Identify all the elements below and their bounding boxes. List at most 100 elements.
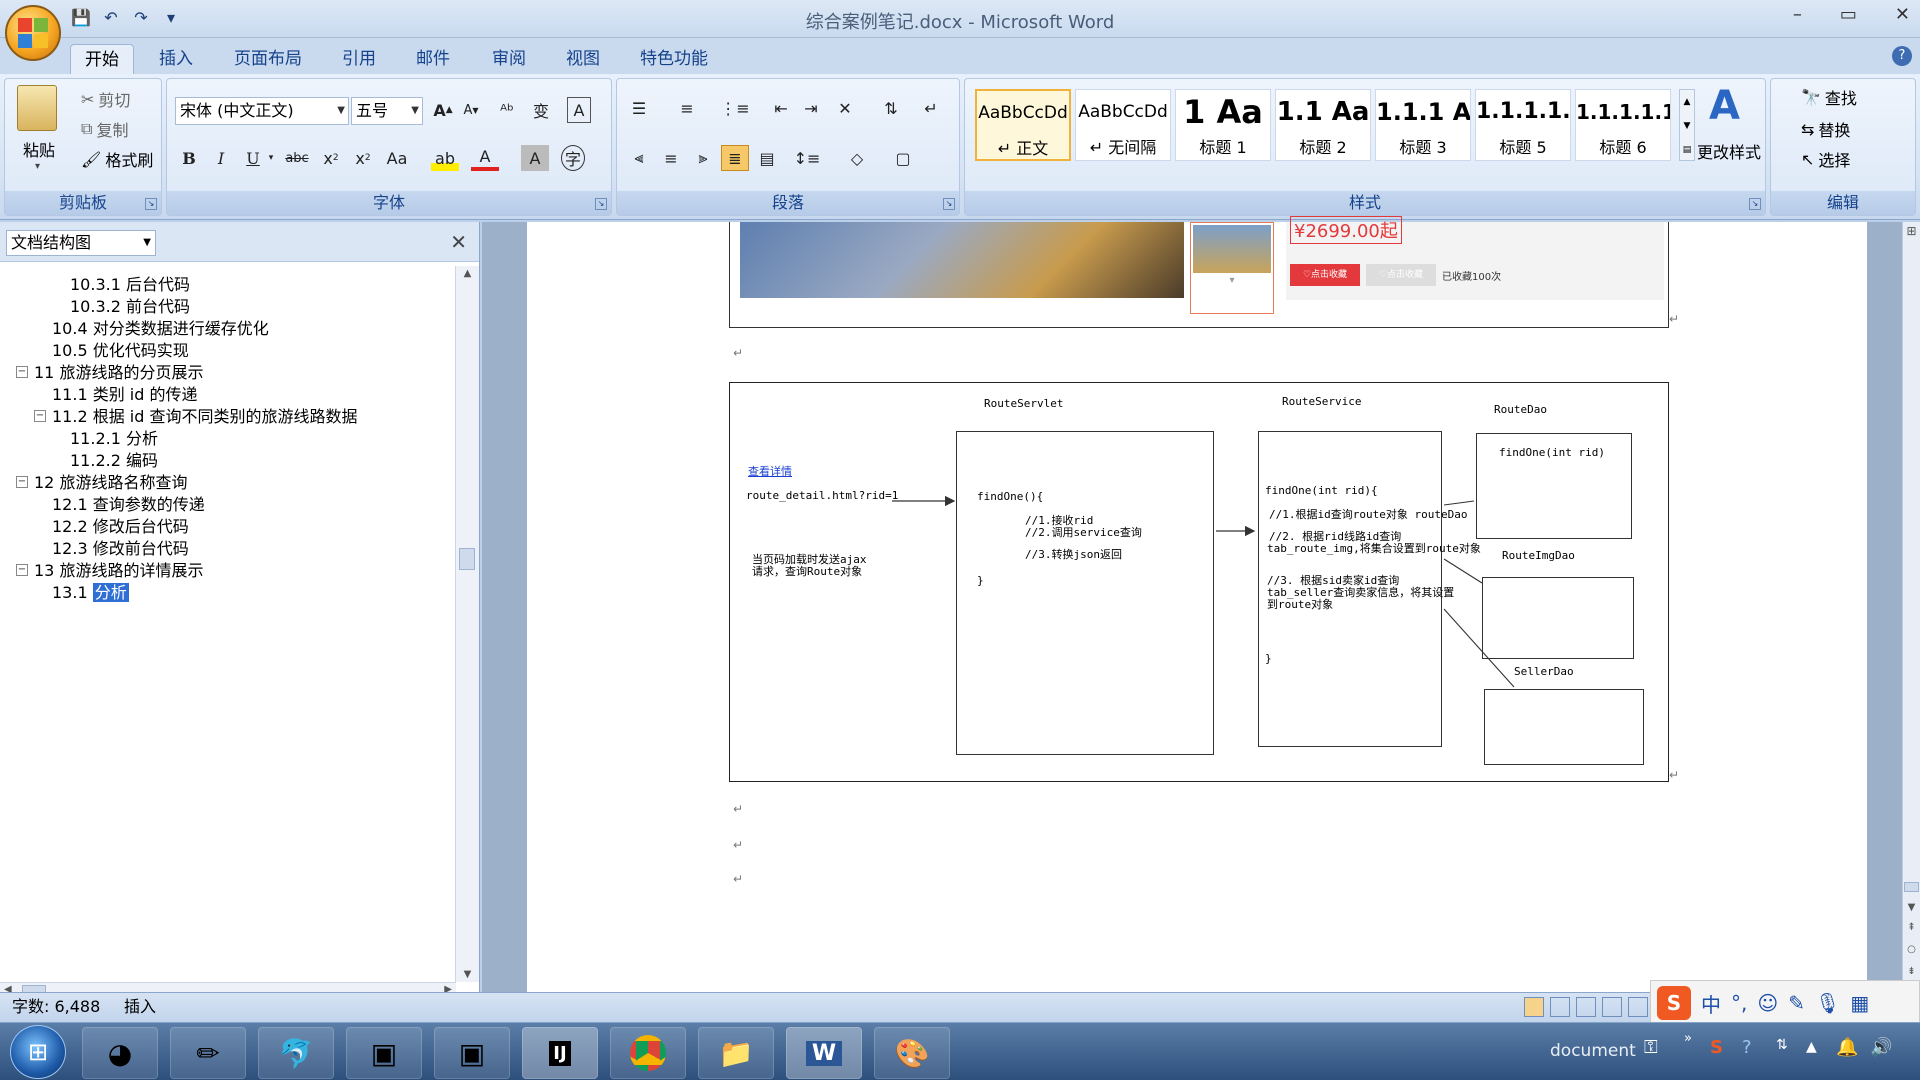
sogou-tray-icon[interactable]: S [1710, 1037, 1723, 1058]
taskbar-app-4[interactable]: ▣ [346, 1027, 422, 1079]
collapse-icon[interactable]: − [16, 366, 28, 378]
taskbar-intellij[interactable]: IJ [522, 1027, 598, 1079]
style-no-spacing[interactable]: AaBbCcDd ↵ 无间隔 [1075, 89, 1171, 161]
phonetic-guide-icon[interactable]: 变 [527, 97, 555, 123]
emoji-icon[interactable]: ☺ [1757, 991, 1778, 1015]
font-launcher[interactable]: ↘ [595, 198, 607, 210]
outline-view-icon[interactable] [1602, 997, 1622, 1017]
collapse-icon[interactable]: − [34, 410, 46, 422]
ruler-toggle-icon[interactable]: ⊞ [1903, 224, 1920, 238]
styles-launcher[interactable]: ↘ [1749, 198, 1761, 210]
align-right-icon[interactable]: ⫸ [689, 145, 717, 171]
cut-button[interactable]: ✂ 剪切 [81, 87, 130, 111]
taskbar-app-1[interactable]: ◕ [82, 1027, 158, 1079]
chevron-up-icon[interactable]: ▲ [1680, 90, 1694, 114]
tree-item[interactable]: 11 旅游线路的分页展示 [34, 362, 203, 384]
tab-mailings[interactable]: 邮件 [402, 44, 464, 74]
justify-icon[interactable]: ≣ [721, 145, 749, 171]
increase-indent-icon[interactable]: ⇥ [797, 95, 825, 121]
superscript-icon[interactable]: x2 [349, 145, 377, 171]
handwriting-icon[interactable]: ✎ [1788, 991, 1805, 1015]
show-marks-icon[interactable]: ↵ [917, 95, 945, 121]
tab-page-layout[interactable]: 页面布局 [220, 44, 316, 74]
change-case-icon[interactable]: Aa [383, 145, 411, 171]
tray-icon[interactable]: ⚿ [1644, 1037, 1658, 1058]
taskbar-paint[interactable]: 🎨 [874, 1027, 950, 1079]
insert-mode[interactable]: 插入 [124, 993, 156, 1021]
chinese-layout-icon[interactable]: ✕ [831, 95, 859, 121]
close-pane-icon[interactable]: ✕ [450, 230, 467, 254]
tray-arrows-icon[interactable]: ⇅ [1776, 1037, 1788, 1053]
subscript-icon[interactable]: x2 [317, 145, 345, 171]
style-heading-6[interactable]: 1.1.1.1.1 标题 6 [1575, 89, 1671, 161]
align-center-icon[interactable]: ≡ [657, 145, 685, 171]
enclose-char-icon[interactable]: 字 [561, 145, 585, 171]
format-painter-button[interactable]: 🖌 格式刷 [81, 147, 153, 171]
paragraph-launcher[interactable]: ↘ [943, 198, 955, 210]
scroll-thumb[interactable] [459, 548, 475, 570]
taskbar-app-2[interactable]: ✏ [170, 1027, 246, 1079]
close-button[interactable]: ✕ [1895, 4, 1910, 25]
tree-item[interactable]: 13 旅游线路的详情展示 [34, 560, 203, 582]
font-color-icon[interactable]: A [471, 145, 499, 171]
taskbar-chrome[interactable] [610, 1027, 686, 1079]
style-heading-3[interactable]: 1.1.1 A 标题 3 [1375, 89, 1471, 161]
style-normal[interactable]: AaBbCcDd ↵ 正文 [975, 89, 1071, 161]
tab-references[interactable]: 引用 [328, 44, 390, 74]
minimize-button[interactable]: – [1793, 4, 1802, 25]
find-button[interactable]: 🔭 查找 [1801, 85, 1857, 109]
change-styles-button[interactable]: 更改样式 [1697, 139, 1761, 163]
paste-button[interactable]: 粘贴 [23, 137, 55, 161]
web-layout-icon[interactable] [1576, 997, 1596, 1017]
next-page-icon[interactable]: ⇟ [1903, 966, 1920, 977]
char-shading-icon[interactable]: A [521, 145, 549, 171]
tray-document-label[interactable]: document [1550, 1041, 1636, 1061]
tree-item[interactable]: 12.1 查询参数的传递 [52, 494, 205, 516]
taskbar-explorer[interactable]: 📁 [698, 1027, 774, 1079]
sogou-logo-icon[interactable]: S [1657, 986, 1691, 1020]
tab-review[interactable]: 审阅 [478, 44, 540, 74]
volume-icon[interactable]: 🔊 [1870, 1037, 1892, 1058]
distributed-icon[interactable]: ▤ [753, 145, 781, 171]
tab-home[interactable]: 开始 [70, 44, 134, 74]
draft-view-icon[interactable] [1628, 997, 1648, 1017]
help-tray-icon[interactable]: ? [1742, 1037, 1752, 1058]
tree-item[interactable]: 11.1 类别 id 的传递 [52, 384, 198, 406]
bullets-icon[interactable]: ☰ [625, 95, 653, 121]
line-spacing-icon[interactable]: ↕≡ [793, 145, 821, 171]
microphone-icon[interactable]: 🎙 [1815, 991, 1840, 1015]
strikethrough-icon[interactable]: abc [283, 145, 311, 171]
bold-icon[interactable]: B [175, 145, 203, 171]
browse-object-icon[interactable]: ○ [1903, 944, 1920, 955]
tree-item[interactable]: 10.3.1 后台代码 [70, 274, 190, 296]
clipboard-launcher[interactable]: ↘ [145, 198, 157, 210]
tree-item[interactable]: 10.5 优化代码实现 [52, 340, 189, 362]
previous-page-icon[interactable]: ⇞ [1903, 922, 1920, 933]
more-styles-icon[interactable]: ▤ [1680, 138, 1694, 162]
tab-insert[interactable]: 插入 [145, 44, 207, 74]
collapse-icon[interactable]: − [16, 564, 28, 576]
clear-format-icon[interactable]: ᴬᵇ [493, 97, 521, 123]
chevron-up-icon[interactable]: ▲ [456, 268, 479, 279]
maximize-button[interactable]: ▭ [1840, 4, 1857, 25]
tree-item[interactable]: 12 旅游线路名称查询 [34, 472, 187, 494]
char-border-icon[interactable]: A [567, 97, 591, 123]
chevron-down-icon[interactable]: ▼ [1903, 902, 1920, 913]
tree-item[interactable]: 11.2.2 编码 [70, 450, 158, 472]
tree-item[interactable]: 10.3.2 前台代码 [70, 296, 190, 318]
font-size-combo[interactable]: 五号 ▼ [351, 97, 423, 125]
underline-dropdown-icon[interactable]: ▾ [257, 145, 285, 171]
collapse-icon[interactable]: − [16, 476, 28, 488]
shrink-font-icon[interactable]: A ▼ [457, 97, 485, 123]
tree-item[interactable]: 12.3 修改前台代码 [52, 538, 189, 560]
paste-dropdown-icon[interactable]: ▾ [35, 161, 40, 172]
print-layout-icon[interactable] [1524, 997, 1544, 1017]
start-button[interactable]: ⊞ [10, 1025, 66, 1079]
style-heading-1[interactable]: 1 Aa 标题 1 [1175, 89, 1271, 161]
document-map-dropdown[interactable]: 文档结构图 ▼ [6, 230, 156, 256]
shading-icon[interactable]: ◇ [843, 145, 871, 171]
reading-layout-icon[interactable] [1550, 997, 1570, 1017]
border-icon[interactable]: ▢ [889, 145, 917, 171]
chinese-mode-icon[interactable]: 中 [1701, 989, 1721, 1018]
replace-button[interactable]: ⇆ 替换 [1801, 117, 1850, 141]
